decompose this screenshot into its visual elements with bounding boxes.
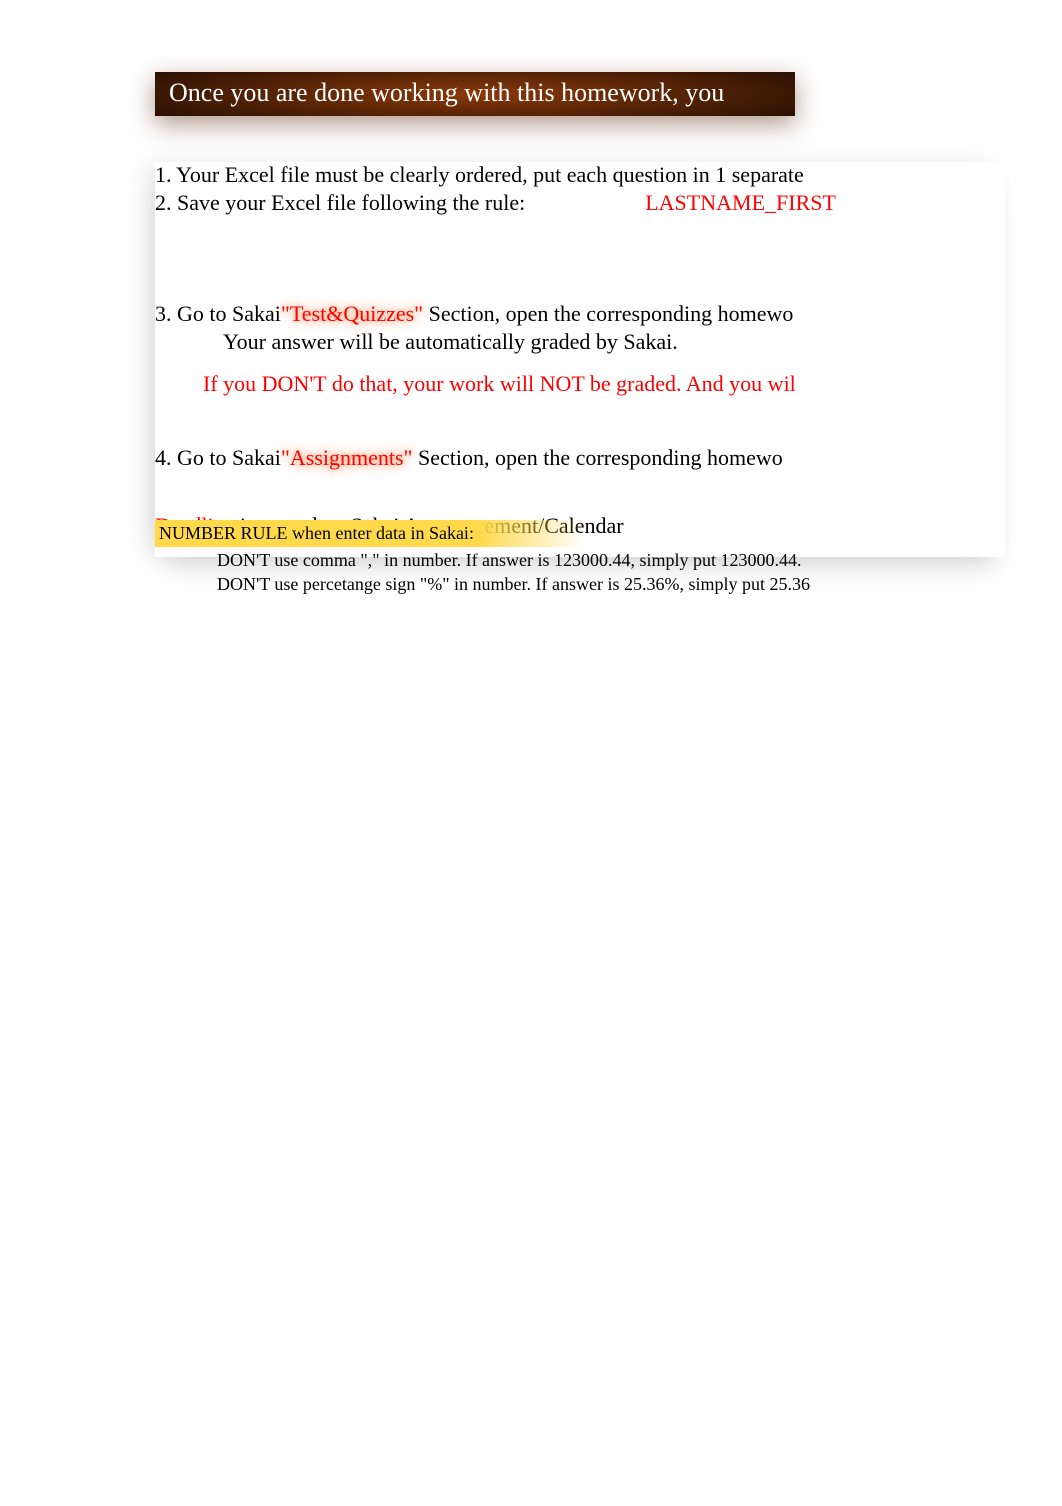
item4-prefix: 4. Go to Sakai bbox=[155, 445, 281, 470]
page-title: Once you are done working with this home… bbox=[169, 78, 724, 107]
number-rule-line2: DON'T use percetange sign "%" in number.… bbox=[217, 574, 1005, 595]
instruction-item-4: 4. Go to Sakai"Assignments" Section, ope… bbox=[155, 445, 1005, 471]
assignments-section: "Assignments" bbox=[281, 445, 418, 470]
number-rule-line1: DON'T use comma "," in number. If answer… bbox=[217, 550, 1005, 571]
item1-text: 1. Your Excel file must be clearly order… bbox=[155, 162, 804, 187]
item3-line2: Your answer will be automatically graded… bbox=[223, 329, 678, 354]
test-quizzes-section: "Test&Quizzes" bbox=[281, 301, 429, 326]
page-title-bar: Once you are done working with this home… bbox=[155, 72, 795, 116]
instruction-item-2: 2. Save your Excel file following the ru… bbox=[155, 190, 1005, 216]
instruction-item-1: 1. Your Excel file must be clearly order… bbox=[155, 162, 1005, 188]
content-block: 1. Your Excel file must be clearly order… bbox=[155, 162, 1005, 557]
item3-prefix: 3. Go to Sakai bbox=[155, 301, 281, 326]
number-rule-title: NUMBER RULE when enter data in Sakai: bbox=[155, 520, 585, 547]
instruction-item-3: 3. Go to Sakai"Test&Quizzes" Section, op… bbox=[155, 301, 1005, 327]
instruction-item-3-line2: Your answer will be automatically graded… bbox=[223, 329, 1005, 355]
instruction-item-3-warning: If you DON'T do that, your work will NOT… bbox=[203, 371, 1005, 397]
instruction-page: Once you are done working with this home… bbox=[155, 72, 1005, 557]
filename-rule: LASTNAME_FIRST bbox=[645, 190, 836, 215]
number-rule-box: NUMBER RULE when enter data in Sakai: DO… bbox=[155, 520, 1005, 595]
item2-prefix: 2. Save your Excel file following the ru… bbox=[155, 190, 525, 215]
item4-suffix: Section, open the corresponding homewo bbox=[418, 445, 783, 470]
item3-suffix: Section, open the corresponding homewo bbox=[429, 301, 794, 326]
item3-warning: If you DON'T do that, your work will NOT… bbox=[203, 371, 796, 396]
